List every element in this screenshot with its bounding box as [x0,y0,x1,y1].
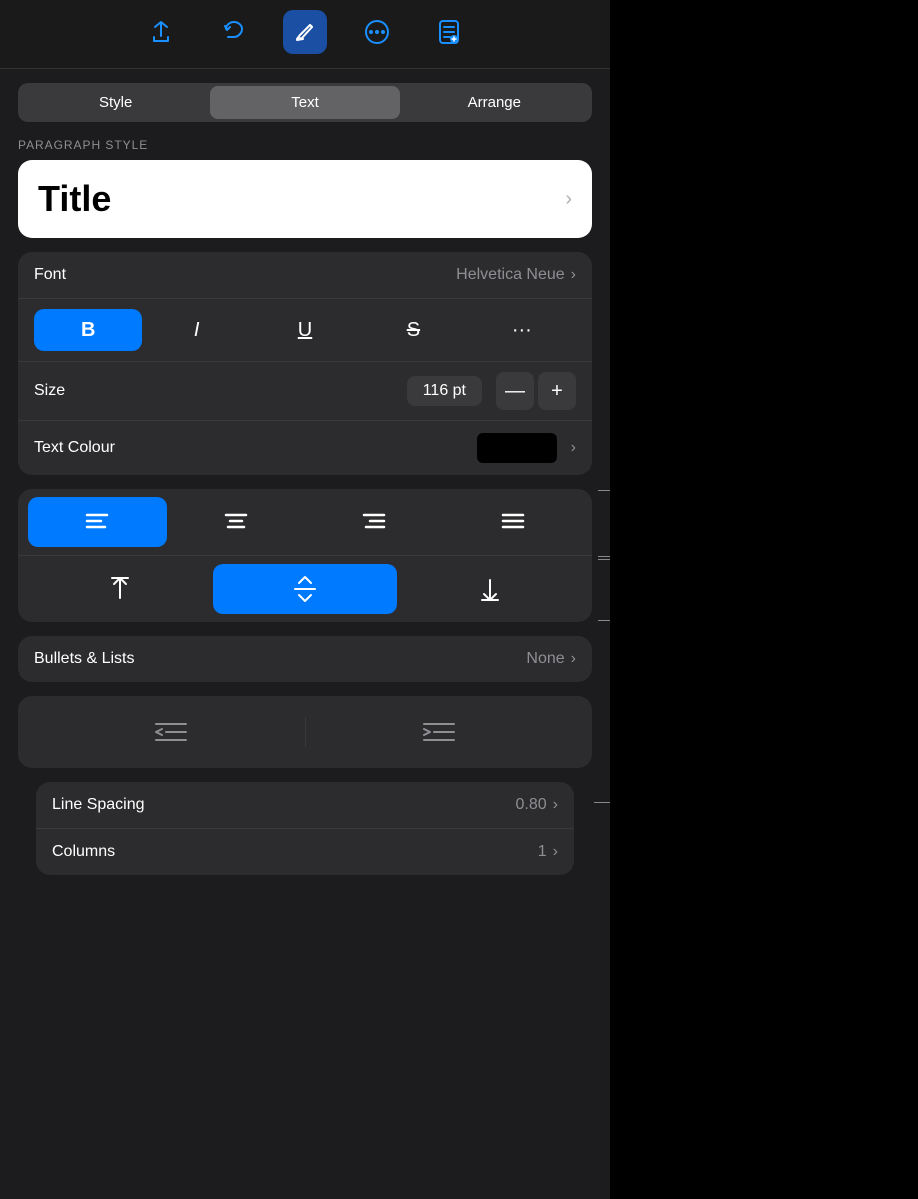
horizontal-align-row [18,489,592,556]
align-center-button[interactable] [167,497,306,547]
size-label: Size [34,382,407,400]
columns-value: 1 › [538,843,558,861]
bullets-lists-row[interactable]: Bullets & Lists None › [18,636,592,682]
italic-button[interactable]: I [142,309,250,351]
undo-button[interactable] [211,10,255,54]
colour-swatch [477,433,557,463]
text-colour-value: › [477,433,576,463]
valign-middle-button[interactable] [213,564,398,614]
line-spacing-chevron-icon: › [553,796,558,814]
vertical-align-row [18,556,592,622]
columns-row[interactable]: Columns 1 › [36,829,574,875]
tab-bar: Style Text Arrange [18,83,592,122]
align-justify-button[interactable] [444,497,583,547]
size-row: Size 116 pt — + [18,362,592,421]
size-increase-button[interactable]: + [538,372,576,410]
underline-button[interactable]: U [251,309,359,351]
line-spacing-value: 0.80 › [516,796,558,814]
bold-button[interactable]: B [34,309,142,351]
paragraph-style-chevron-icon: › [565,188,572,211]
text-colour-row[interactable]: Text Colour › [18,421,592,475]
bullets-lists-label: Bullets & Lists [34,650,134,668]
valign-top-button[interactable] [28,564,213,614]
toolbar [0,0,610,69]
more-formatting-button[interactable]: ··· [468,309,576,351]
indent-increase-button[interactable] [306,710,573,754]
markup-button[interactable] [283,10,327,54]
bullets-lists-value: None › [526,650,576,668]
more-button[interactable] [355,10,399,54]
font-style-row: B I U S ··· [18,299,592,362]
size-decrease-button[interactable]: — [496,372,534,410]
tab-style[interactable]: Style [21,86,210,119]
tab-text[interactable]: Text [210,86,399,119]
text-colour-chevron-icon: › [571,439,576,457]
doc-button[interactable] [427,10,471,54]
align-right-button[interactable] [305,497,444,547]
align-left-button[interactable] [28,497,167,547]
size-value: 116 pt [407,376,482,406]
alignment-card [18,489,592,622]
valign-bottom-button[interactable] [397,564,582,614]
strikethrough-button[interactable]: S [359,309,467,351]
columns-chevron-icon: › [553,843,558,861]
font-value: Helvetica Neue › [456,266,576,284]
spacing-columns-card: Line Spacing 0.80 › Columns 1 › [36,782,574,875]
font-label: Font [34,266,66,284]
paragraph-style-value: Title [38,178,111,220]
text-colour-label: Text Colour [34,439,477,457]
line-spacing-row[interactable]: Line Spacing 0.80 › [36,782,574,829]
font-card: Font Helvetica Neue › B I U S ··· [18,252,592,475]
paragraph-style-section-label: PARAGRAPH STYLE [0,132,610,160]
indent-decrease-button[interactable] [38,710,305,754]
tab-arrange[interactable]: Arrange [400,86,589,119]
indent-card [18,696,592,768]
paragraph-style-selector[interactable]: Title › [18,160,592,238]
line-spacing-label: Line Spacing [52,796,145,814]
share-button[interactable] [139,10,183,54]
right-panel [610,0,918,1199]
bullets-lists-chevron-icon: › [571,650,576,668]
columns-label: Columns [52,843,115,861]
font-chevron-icon: › [571,266,576,284]
font-row[interactable]: Font Helvetica Neue › [18,252,592,299]
